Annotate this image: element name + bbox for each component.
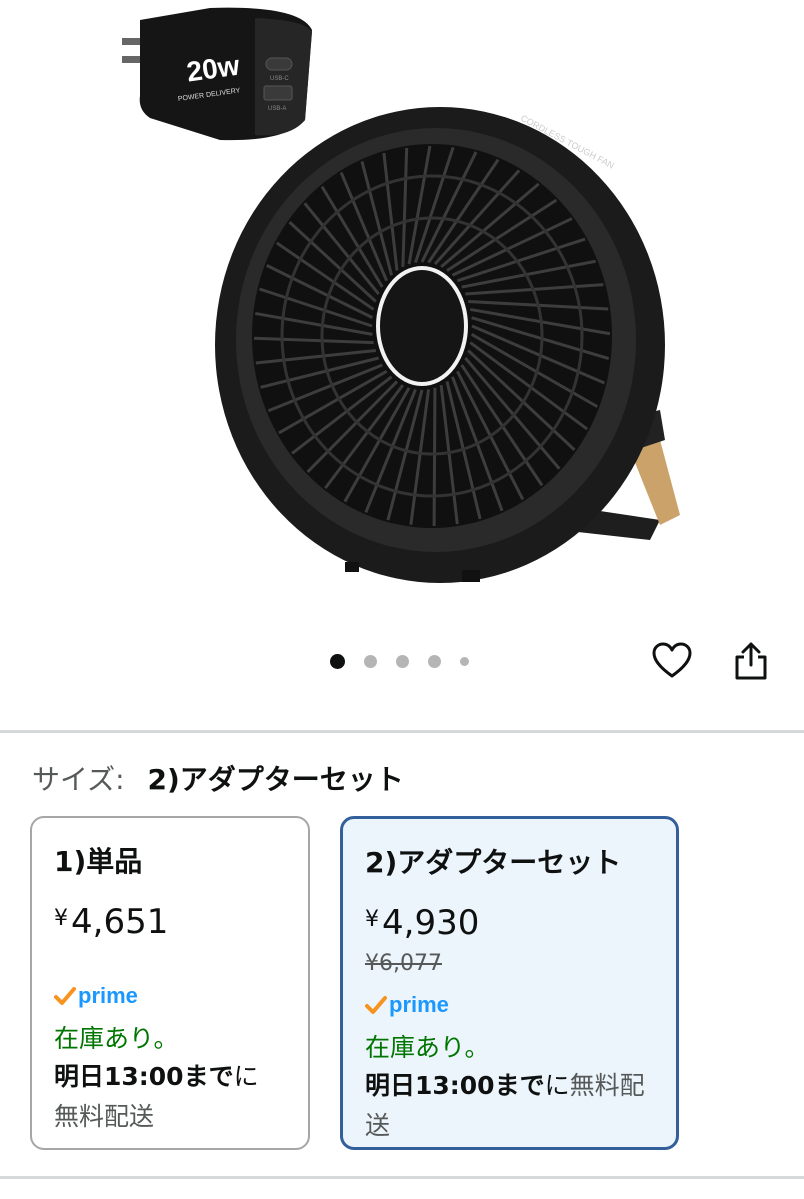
size-selector-label: サイズ: 2)アダプターセット — [32, 760, 404, 800]
fan-image: CORDLESS TOUGH FAN — [215, 107, 665, 583]
carousel-dot[interactable] — [428, 654, 441, 668]
product-image[interactable]: 20w POWER DELIVERY USB-C USB-A CORDLESS … — [0, 0, 804, 620]
stock-status: 在庫あり。 — [365, 1033, 490, 1062]
option-title: 2)アダプターセット — [365, 846, 622, 879]
carousel-dot[interactable] — [330, 653, 345, 669]
currency-symbol: ¥ — [54, 906, 68, 931]
delivery-deadline: 明日13:00まで — [365, 1071, 545, 1100]
image-carousel-indicator — [330, 653, 488, 669]
size-option-single[interactable]: 1)単品 ¥4,651 prime 在庫あり。 明日13:00までに 無料配送 — [30, 816, 310, 1150]
price-value: 4,651 — [71, 902, 169, 942]
delivery-deadline: 明日13:00まで — [54, 1062, 234, 1091]
section-divider — [0, 730, 804, 733]
option-price: ¥4,930 — [365, 897, 654, 946]
carousel-dot[interactable] — [396, 654, 409, 668]
delivery-info: 明日13:00までに 無料配送 — [54, 1057, 286, 1137]
prime-label: prime — [389, 992, 449, 1017]
free-delivery: 無料配送 — [54, 1102, 155, 1131]
delivery-info: 明日13:00までに無料配送 — [365, 1066, 654, 1146]
section-divider — [0, 1176, 804, 1179]
product-image-gallery[interactable]: 20w POWER DELIVERY USB-C USB-A CORDLESS … — [0, 0, 804, 720]
check-icon — [365, 996, 387, 1014]
carousel-dot[interactable] — [460, 656, 469, 666]
prime-badge: prime — [365, 990, 654, 1020]
option-price: ¥4,651 — [54, 896, 286, 945]
share-icon — [735, 642, 767, 680]
list-price: ¥6,077 — [365, 951, 442, 976]
delivery-particle: に — [233, 1062, 259, 1091]
price-value: 4,930 — [382, 903, 480, 943]
size-label-text: サイズ: — [32, 763, 125, 796]
usb-adapter-image: 20w POWER DELIVERY USB-C USB-A — [122, 7, 312, 141]
carousel-dot[interactable] — [364, 654, 377, 668]
svg-text:USB-C: USB-C — [270, 76, 289, 82]
selected-size-value: 2)アダプターセット — [147, 763, 404, 796]
add-to-list-button[interactable] — [649, 638, 695, 684]
share-button[interactable] — [728, 638, 774, 684]
prime-label: prime — [78, 983, 138, 1008]
option-title: 1)単品 — [54, 845, 143, 878]
svg-text:USB-A: USB-A — [268, 106, 286, 112]
currency-symbol: ¥ — [365, 907, 379, 932]
fan-grille-spoke — [432, 387, 437, 526]
heart-icon — [652, 642, 692, 678]
check-icon — [54, 987, 76, 1005]
prime-badge: prime — [54, 981, 286, 1011]
size-option-adapter-set[interactable]: 2)アダプターセット ¥4,930 ¥6,077 prime 在庫あり。 明日1… — [340, 816, 679, 1150]
delivery-particle: に — [544, 1071, 570, 1100]
stock-status: 在庫あり。 — [54, 1024, 179, 1053]
